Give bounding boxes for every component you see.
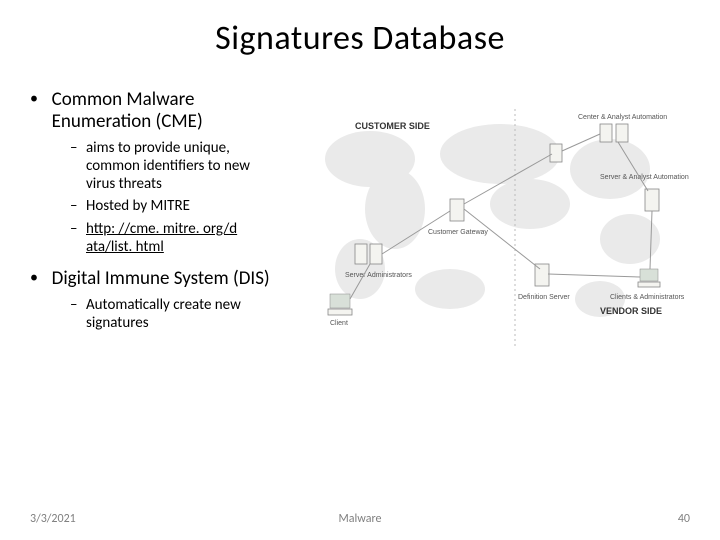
sub-link[interactable]: http: //cme. mitre. org/d ata/list. html (86, 220, 281, 256)
vendor-side-label: VENDOR SIDE (600, 306, 662, 316)
bullet-item: Digital Immune System (DIS) Automaticall… (30, 268, 300, 332)
bullet-text: Digital Immune System (DIS) (52, 268, 282, 290)
sub-text: Automatically create new signatures (86, 296, 281, 332)
node-mid-top (550, 144, 562, 162)
node-client: Client (328, 294, 352, 327)
node-def-server: Definition Server (518, 264, 570, 301)
sub-item: Hosted by MITRE (70, 197, 300, 216)
network-diagram: CUSTOMER SIDE VENDOR SIDE Client Server … (300, 99, 690, 359)
customer-side-label: CUSTOMER SIDE (355, 121, 430, 131)
node-gateway: Customer Gateway (428, 199, 488, 236)
svg-text:Server Administrators: Server Administrators (345, 272, 412, 279)
sub-text: Hosted by MITRE (86, 197, 281, 215)
svg-text:Center & Analyst Automation: Center & Analyst Automation (578, 114, 667, 121)
diagram-column: CUSTOMER SIDE VENDOR SIDE Client Server … (300, 89, 690, 359)
sub-list: Automatically create new signatures (70, 296, 300, 332)
sub-list: aims to provide unique, common identifie… (70, 139, 300, 256)
footer-topic: Malware (339, 512, 382, 526)
bullet-item: Common Malware Enumeration (CME) aims to… (30, 89, 300, 256)
slide-title: Signatures Database (0, 0, 720, 59)
svg-text:Clients & Administrators: Clients & Administrators (610, 294, 685, 301)
world-map-bg (325, 124, 660, 317)
footer-page: 40 (678, 512, 690, 526)
footer-date: 3/3/2021 (30, 512, 76, 526)
node-clients-admin: Clients & Administrators (610, 269, 685, 301)
sub-item: http: //cme. mitre. org/d ata/list. html (70, 220, 300, 256)
bullet-list: Common Malware Enumeration (CME) aims to… (30, 89, 300, 332)
svg-text:Client: Client (330, 320, 348, 327)
content-row: Common Malware Enumeration (CME) aims to… (0, 59, 720, 359)
footer: 3/3/2021 Malware 40 (0, 512, 720, 526)
sub-item: Automatically create new signatures (70, 296, 300, 332)
bullet-text: Common Malware Enumeration (CME) (52, 89, 282, 133)
svg-text:Customer Gateway: Customer Gateway (428, 229, 488, 236)
svg-text:Server & Analyst Automation: Server & Analyst Automation (600, 174, 689, 181)
svg-text:Definition Server: Definition Server (518, 294, 570, 301)
text-column: Common Malware Enumeration (CME) aims to… (30, 89, 300, 359)
sub-item: aims to provide unique, common identifie… (70, 139, 300, 193)
node-server-admin: Server Administrators (345, 244, 412, 279)
slide: Signatures Database Common Malware Enume… (0, 0, 720, 540)
sub-text: aims to provide unique, common identifie… (86, 139, 281, 193)
